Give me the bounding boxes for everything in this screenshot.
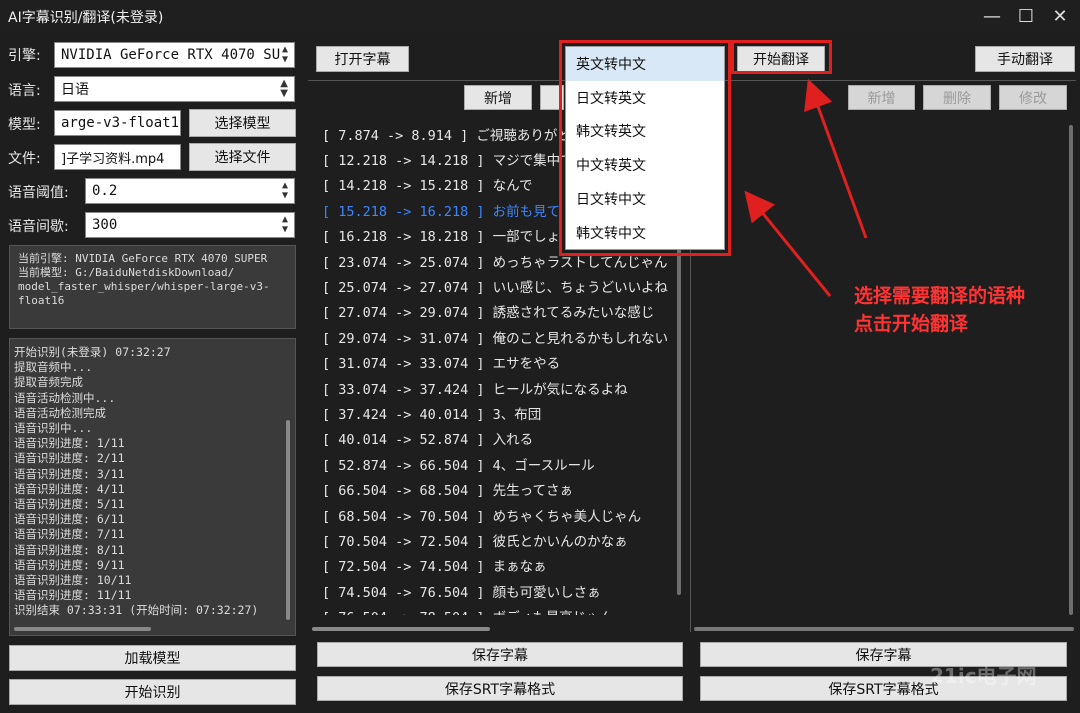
annotation-arrows (744, 78, 868, 297)
annotation-text: 选择需要翻译的语种 点击开始翻译 (854, 282, 1025, 338)
annotation-line: 点击开始翻译 (854, 313, 969, 335)
arrow-to-translate-button (804, 78, 868, 239)
annotation-line: 选择需要翻译的语种 (854, 285, 1026, 307)
arrow-to-dropdown (744, 190, 832, 297)
watermark: 21ic电子网 (930, 664, 1037, 688)
